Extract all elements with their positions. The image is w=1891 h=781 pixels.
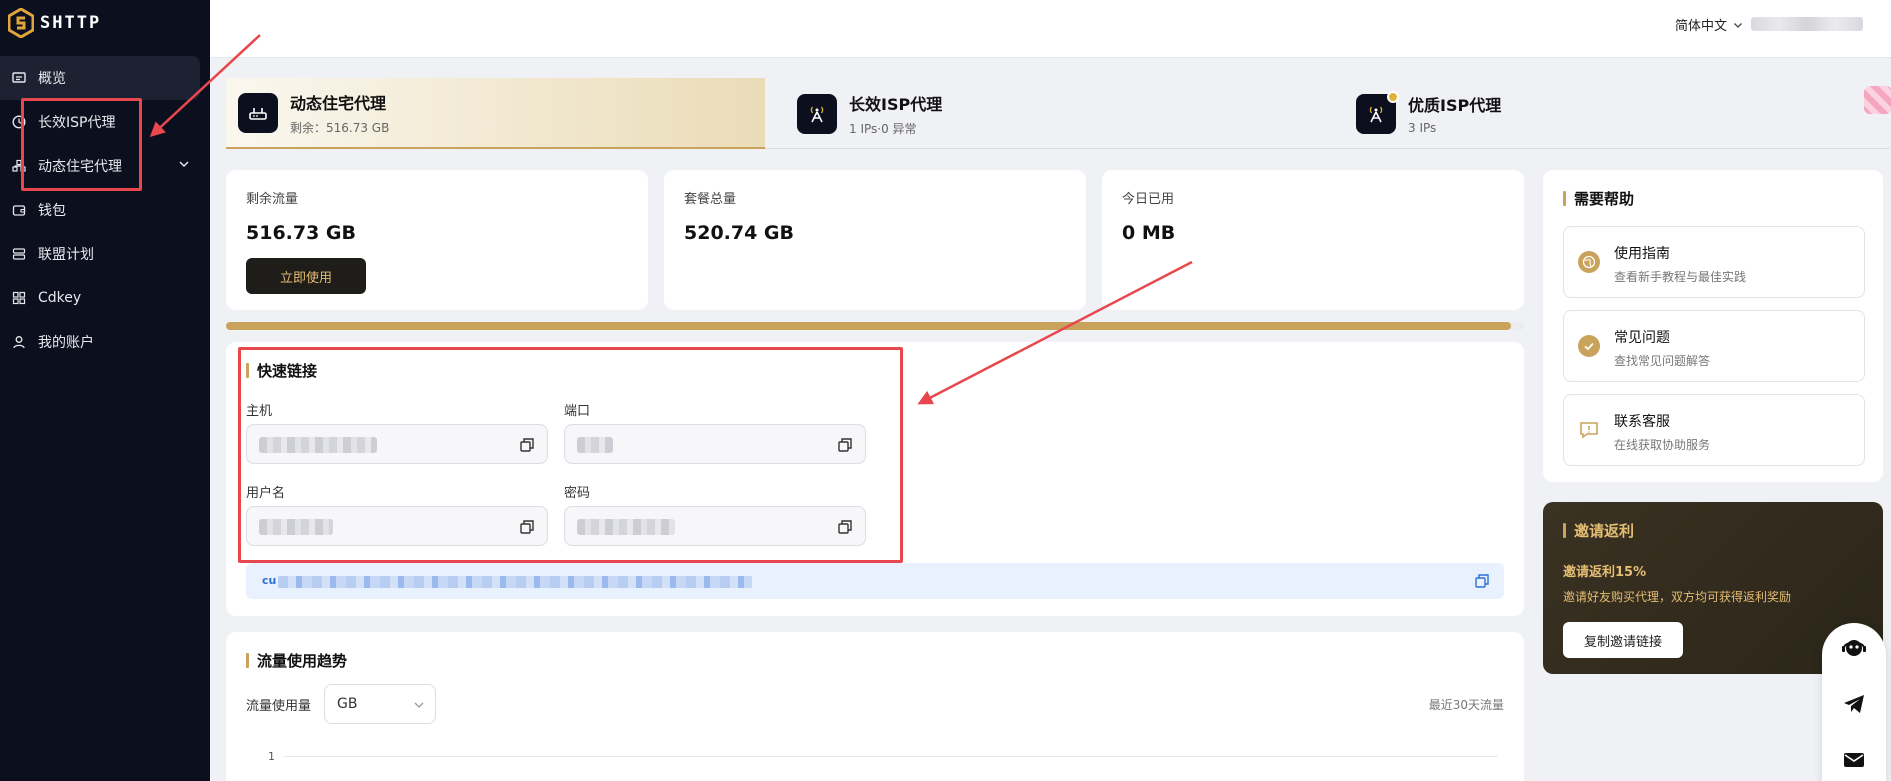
use-now-button[interactable]: 立即使用	[246, 258, 366, 294]
stat-label: 剩余流量	[246, 192, 299, 207]
sidebar-item-cdkey[interactable]: Cdkey	[0, 276, 210, 320]
tab-title: 动态住宅代理	[290, 93, 387, 113]
language-label: 简体中文	[1674, 19, 1727, 34]
sidebar-item-label: Cdkey	[38, 290, 82, 306]
curl-prefix: cu	[262, 574, 277, 587]
sidebar-item-overview[interactable]: 概览	[0, 56, 200, 100]
range-note: 最近30天流量	[1428, 698, 1504, 712]
unit-label: 流量使用量	[246, 699, 312, 714]
stat-value: 516.73 GB	[246, 222, 357, 244]
tab-dynamic-residential[interactable]: 动态住宅代理 剩余：516.73 GB	[226, 78, 765, 149]
top-header: 简体中文	[210, 0, 1891, 58]
floating-contact-panel	[1822, 623, 1886, 781]
telegram-icon[interactable]	[1840, 690, 1868, 718]
tab-subtitle: 剩余：516.73 GB	[290, 120, 390, 135]
tab-title: 长效ISP代理	[849, 94, 943, 114]
stat-card-total: 套餐总量 520.74 GB	[664, 170, 1086, 310]
unit-select[interactable]: GB	[324, 684, 436, 724]
help-title: 联系客服	[1614, 414, 1670, 430]
product-tabs: 动态住宅代理 剩余：516.73 GB 长效ISP代理 1 IPs·0 异常 优…	[226, 78, 1891, 149]
curl-command-bar[interactable]: cu	[246, 563, 1504, 599]
sidebar-item-affiliate[interactable]: 联盟计划	[0, 232, 210, 276]
sidebar-item-label: 概览	[38, 71, 66, 87]
copy-invite-link-button[interactable]: 复制邀请链接	[1563, 622, 1683, 658]
curl-command-redacted	[278, 576, 752, 588]
sidebar-item-label: 联盟计划	[38, 247, 94, 263]
chevron-down-icon	[414, 702, 424, 708]
section-title: 邀请返利	[1563, 520, 1634, 541]
antenna-icon	[1356, 90, 1399, 134]
logo[interactable]: SHTTP	[8, 6, 101, 40]
help-title: 常见问题	[1614, 330, 1670, 346]
check-circle-icon	[1578, 335, 1600, 357]
sidebar-item-label: 钱包	[38, 203, 66, 219]
message-alert-icon	[1578, 419, 1600, 441]
sidebar-item-wallet[interactable]: 钱包	[0, 188, 210, 232]
globe-icon	[1578, 251, 1600, 273]
sidebar-item-label: 我的账户	[38, 335, 94, 351]
usage-progress-fill	[226, 322, 1512, 330]
support-agent-icon[interactable]	[1840, 634, 1868, 662]
tab-subtitle: 3 IPs	[1408, 121, 1437, 135]
tab-subtitle: 1 IPs·0 异常	[849, 121, 917, 136]
annotation-box-quick-link	[238, 347, 903, 563]
usage-progress-bar	[226, 322, 1524, 330]
server-icon	[8, 245, 30, 263]
section-title: 需要帮助	[1563, 188, 1634, 209]
wallet-icon	[8, 201, 30, 219]
invite-description: 邀请好友购买代理，双方均可获得返利奖励	[1563, 590, 1792, 604]
key-grid-icon	[8, 289, 30, 307]
help-item-guide[interactable]: 使用指南 查看新手教程与最佳实践	[1563, 226, 1865, 298]
unit-select-value: GB	[337, 696, 358, 712]
antenna-icon	[797, 93, 837, 134]
chevron-down-icon	[1734, 22, 1742, 28]
section-title: 流量使用趋势	[246, 650, 347, 671]
stat-card-today: 今日已用 0 MB	[1102, 170, 1524, 310]
monitor-icon	[8, 69, 30, 87]
stat-card-remaining: 剩余流量 516.73 GB 立即使用	[226, 170, 648, 310]
tab-premium-isp[interactable]: 优质ISP代理 3 IPs	[1344, 78, 1844, 149]
stat-label: 套餐总量	[684, 192, 737, 207]
help-item-faq[interactable]: 常见问题 查找常见问题解答	[1563, 310, 1865, 382]
annotation-box-sidebar	[21, 98, 142, 191]
help-title: 使用指南	[1614, 246, 1670, 262]
stat-value: 0 MB	[1122, 222, 1176, 244]
y-axis-tick: 1	[268, 750, 275, 763]
sidebar-item-account[interactable]: 我的账户	[0, 320, 210, 364]
help-item-support[interactable]: 联系客服 在线获取协助服务	[1563, 394, 1865, 466]
help-subtitle: 查找常见问题解答	[1614, 354, 1711, 368]
tab-long-isp[interactable]: 长效ISP代理 1 IPs·0 异常	[785, 78, 1305, 149]
router-icon	[238, 92, 278, 133]
scroll-next-icon[interactable]	[1864, 86, 1891, 114]
user-menu[interactable]	[1751, 17, 1863, 31]
language-selector[interactable]: 简体中文	[1675, 15, 1743, 34]
star-badge-icon	[1387, 90, 1399, 103]
tab-title: 优质ISP代理	[1408, 96, 1502, 115]
invite-rate: 邀请返利15%	[1563, 565, 1647, 580]
chevron-down-icon[interactable]	[178, 158, 190, 170]
help-subtitle: 在线获取协助服务	[1614, 438, 1711, 452]
copy-icon[interactable]	[1474, 573, 1490, 589]
stat-label: 今日已用	[1122, 192, 1175, 207]
logo-icon	[8, 8, 34, 38]
user-icon	[8, 333, 30, 351]
stat-value: 520.74 GB	[684, 222, 795, 244]
help-subtitle: 查看新手教程与最佳实践	[1614, 270, 1747, 284]
mail-icon[interactable]	[1840, 746, 1868, 774]
logo-text: SHTTP	[40, 13, 102, 33]
grid-line	[284, 756, 1498, 757]
